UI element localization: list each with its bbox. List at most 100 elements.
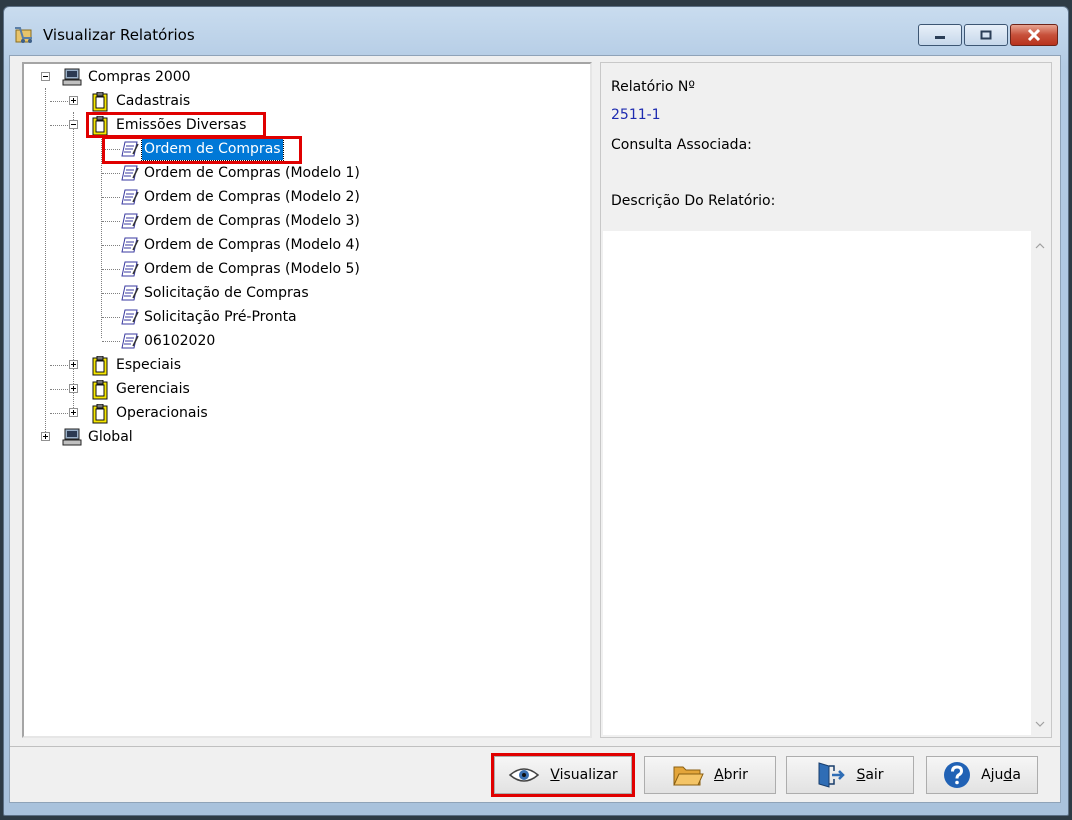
report-number-value: 2511-1 [611, 107, 661, 123]
expand-icon[interactable] [69, 384, 78, 393]
report-icon [121, 213, 139, 229]
clipboard-folder-icon [92, 356, 108, 376]
tree-line [50, 389, 68, 390]
expand-icon[interactable] [41, 432, 50, 441]
tree-line [102, 317, 120, 318]
tree-item-ordem-modelo-2[interactable]: Ordem de Compras (Modelo 2) [24, 186, 360, 208]
report-icon [121, 285, 139, 301]
tree-node-compras-2000[interactable]: Compras 2000 [24, 66, 324, 88]
sair-button[interactable]: Sair [786, 756, 914, 794]
folder-open-icon [673, 766, 704, 786]
tree-line [102, 269, 120, 270]
tree-line [102, 221, 120, 222]
scroll-down-icon[interactable] [1035, 719, 1045, 729]
tree-line [50, 125, 68, 126]
maximize-icon [980, 30, 992, 40]
tree-line [50, 101, 68, 102]
expand-icon[interactable] [69, 408, 78, 417]
tree-item-06102020[interactable]: 06102020 [24, 330, 344, 352]
minimize-icon [935, 36, 945, 39]
clipboard-folder-icon [92, 380, 108, 400]
description-scrollbar[interactable] [1031, 231, 1049, 735]
tree-label: Ordem de Compras (Modelo 4) [144, 237, 360, 253]
report-tree[interactable]: Compras 2000 Cadastrais Emissões Diversa… [22, 62, 592, 738]
report-description-label: Descrição Do Relatório: [611, 193, 776, 209]
tree-line [102, 245, 120, 246]
report-icon [121, 165, 139, 181]
tree-label: Ordem de Compras (Modelo 3) [144, 213, 360, 229]
report-icon [121, 261, 139, 277]
report-icon [121, 309, 139, 325]
tree-label: Gerenciais [116, 381, 190, 397]
visualizar-button[interactable]: Visualizar [494, 756, 632, 794]
button-label: Sair [856, 767, 884, 783]
exit-door-icon [818, 762, 846, 788]
tree-item-ordem-modelo-3[interactable]: Ordem de Compras (Modelo 3) [24, 210, 360, 232]
tree-label: Ordem de Compras (Modelo 1) [144, 165, 360, 181]
tree-node-gerenciais[interactable]: Gerenciais [24, 378, 324, 400]
report-info-panel: Relatório Nº 2511-1 Consulta Associada: … [600, 62, 1052, 738]
tree-label-selected: Ordem de Compras [141, 137, 284, 161]
minimize-button[interactable] [918, 24, 962, 46]
scroll-up-icon[interactable] [1035, 241, 1045, 251]
report-icon [121, 237, 139, 253]
report-description-box[interactable] [603, 231, 1031, 735]
tree-label: Cadastrais [116, 93, 191, 109]
close-icon [1027, 29, 1041, 41]
help-icon [944, 762, 971, 788]
tree-line [102, 173, 120, 174]
caption-buttons [918, 24, 1058, 46]
tree-node-emissoes-diversas[interactable]: Emissões Diversas [24, 114, 324, 136]
tree-line [50, 365, 68, 366]
report-viewer-window: Visualizar Relatórios Compras 2000 Cadas… [3, 6, 1069, 816]
expand-icon[interactable] [69, 360, 78, 369]
client-area: Compras 2000 Cadastrais Emissões Diversa… [9, 55, 1061, 803]
report-icon [121, 141, 139, 157]
tree-label: Solicitação Pré-Pronta [144, 309, 297, 325]
tree-item-ordem-modelo-4[interactable]: Ordem de Compras (Modelo 4) [24, 234, 360, 256]
abrir-button[interactable]: Abrir [644, 756, 776, 794]
button-label: Visualizar [550, 767, 618, 783]
tree-item-solicitacao-de-compras[interactable]: Solicitação de Compras [24, 282, 344, 304]
button-bar-separator [10, 746, 1060, 747]
tree-label: Especiais [116, 357, 181, 373]
tree-item-ordem-modelo-5[interactable]: Ordem de Compras (Modelo 5) [24, 258, 360, 280]
computer-icon [62, 428, 82, 446]
tree-node-especiais[interactable]: Especiais [24, 354, 324, 376]
window-title: Visualizar Relatórios [43, 26, 195, 44]
tree-item-solicitacao-pre-pronta[interactable]: Solicitação Pré-Pronta [24, 306, 344, 328]
report-number-label: Relatório Nº [611, 79, 695, 95]
tree-label: 06102020 [144, 333, 216, 349]
collapse-icon[interactable] [41, 72, 50, 81]
clipboard-folder-icon [92, 116, 108, 136]
clipboard-folder-icon [92, 92, 108, 112]
tree-label: Ordem de Compras (Modelo 2) [144, 189, 360, 205]
tree-label: Global [88, 429, 133, 445]
button-label: Abrir [714, 767, 748, 783]
tree-label: Ordem de Compras (Modelo 5) [144, 261, 360, 277]
tree-label: Emissões Diversas [116, 117, 247, 133]
report-icon [121, 333, 139, 349]
ajuda-button[interactable]: Ajuda [926, 756, 1038, 794]
tree-label: Solicitação de Compras [144, 285, 309, 301]
associated-query-label: Consulta Associada: [611, 137, 752, 153]
tree-label: Operacionais [116, 405, 208, 421]
tree-line [50, 413, 68, 414]
tree-node-cadastrais[interactable]: Cadastrais [24, 90, 324, 112]
close-button[interactable] [1010, 24, 1058, 46]
tree-line [102, 149, 120, 150]
eye-icon [509, 768, 540, 782]
report-app-icon [15, 27, 32, 43]
title-bar[interactable]: Visualizar Relatórios [4, 7, 1068, 55]
tree-node-global[interactable]: Global [24, 426, 324, 448]
tree-node-operacionais[interactable]: Operacionais [24, 402, 324, 424]
computer-icon [62, 68, 82, 86]
tree-label: Compras 2000 [88, 69, 191, 85]
tree-line [102, 197, 120, 198]
clipboard-folder-icon [92, 404, 108, 424]
expand-icon[interactable] [69, 96, 78, 105]
tree-item-ordem-modelo-1[interactable]: Ordem de Compras (Modelo 1) [24, 162, 360, 184]
tree-item-ordem-de-compras[interactable]: Ordem de Compras [24, 137, 324, 161]
maximize-button[interactable] [964, 24, 1008, 46]
collapse-icon[interactable] [69, 120, 78, 129]
